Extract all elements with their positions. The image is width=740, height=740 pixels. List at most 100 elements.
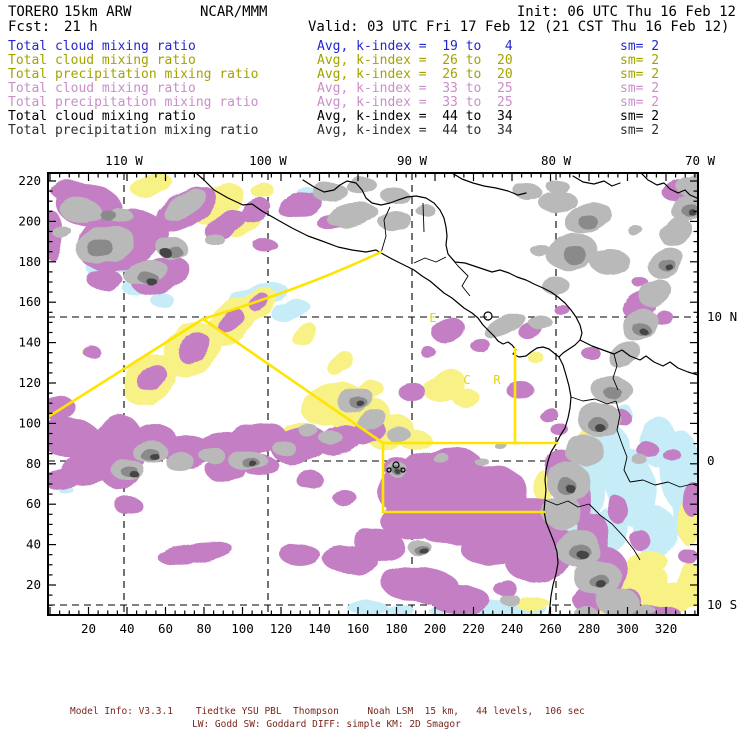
x-tick-label: 140 bbox=[308, 621, 331, 636]
contour-blob bbox=[253, 238, 277, 252]
contour-blob bbox=[87, 270, 123, 290]
contour-blob bbox=[500, 594, 520, 606]
contour-blob bbox=[419, 548, 429, 554]
contour-blob bbox=[386, 426, 410, 442]
contour-blob bbox=[130, 174, 174, 198]
contour-blob bbox=[272, 441, 296, 455]
model-info-line2: LW: Godd SW: Goddard DIFF: simple KM: 2D… bbox=[192, 719, 461, 730]
y-tick-label: 200 bbox=[18, 213, 41, 228]
x-tick-label: 320 bbox=[655, 621, 678, 636]
model-info-line1: Model Info: V3.3.1 Tiedtke YSU PBL Thomp… bbox=[70, 706, 585, 717]
contour-blob bbox=[48, 396, 76, 420]
contour-blob bbox=[528, 315, 552, 329]
country-border bbox=[413, 256, 447, 264]
contour-blob bbox=[452, 389, 480, 407]
x-tick-label: 60 bbox=[158, 621, 173, 636]
contour-blob bbox=[573, 606, 597, 615]
contour-blob bbox=[147, 278, 157, 286]
lon-label: 100 W bbox=[249, 153, 287, 168]
contour-blob bbox=[514, 184, 542, 200]
y-tick-label: 60 bbox=[26, 496, 41, 511]
contour-blob bbox=[50, 180, 90, 200]
contour-blob bbox=[312, 183, 348, 201]
x-tick-label: 20 bbox=[81, 621, 96, 636]
x-tick-label: 260 bbox=[539, 621, 562, 636]
contour-blob bbox=[420, 347, 436, 357]
contour-blob bbox=[632, 455, 648, 465]
contour-blob bbox=[130, 472, 140, 478]
y-tick-label: 20 bbox=[26, 577, 41, 592]
waypoint-label: C bbox=[463, 373, 470, 387]
contour-blob bbox=[470, 338, 490, 352]
contour-blob bbox=[563, 246, 587, 264]
contour-blob bbox=[597, 581, 607, 589]
contour-blob bbox=[346, 178, 378, 194]
contour-blob bbox=[679, 562, 698, 592]
x-tick-label: 40 bbox=[119, 621, 134, 636]
contour-blob bbox=[199, 447, 225, 463]
contour-blob bbox=[678, 549, 698, 563]
contour-blob bbox=[475, 458, 489, 466]
contour-blob bbox=[298, 424, 318, 436]
x-tick-label: 300 bbox=[616, 621, 639, 636]
y-tick-label: 100 bbox=[18, 415, 41, 430]
contour-blob bbox=[333, 490, 357, 506]
x-tick-label: 280 bbox=[578, 621, 601, 636]
contour-blob bbox=[542, 277, 570, 295]
contour-blob bbox=[546, 181, 570, 193]
contour-blob bbox=[683, 482, 698, 518]
contour-blob bbox=[291, 323, 317, 345]
contour-blob bbox=[398, 383, 426, 401]
contour-blob bbox=[530, 244, 550, 256]
lat-label: 0 bbox=[707, 453, 715, 468]
contour-blob bbox=[296, 471, 324, 489]
contour-blob bbox=[595, 424, 605, 432]
contour-blob bbox=[608, 340, 642, 370]
lat-label: 10 S bbox=[707, 597, 737, 612]
contour-blob bbox=[577, 551, 589, 559]
y-tick-label: 80 bbox=[26, 456, 41, 471]
contour-blob bbox=[280, 544, 320, 566]
x-tick-label: 80 bbox=[196, 621, 211, 636]
country-border bbox=[447, 253, 471, 297]
y-tick-label: 220 bbox=[18, 173, 41, 188]
contour-blob bbox=[83, 346, 101, 358]
contour-blob bbox=[565, 484, 575, 492]
contour-blob bbox=[538, 191, 578, 213]
contour-blob bbox=[506, 381, 534, 399]
lon-label: 110 W bbox=[105, 153, 143, 168]
contour-blob bbox=[150, 293, 174, 307]
lon-label: 70 W bbox=[685, 153, 716, 168]
contour-blob bbox=[318, 430, 342, 444]
contour-blob bbox=[542, 495, 582, 529]
island bbox=[483, 311, 493, 321]
contour-blob bbox=[590, 249, 630, 275]
contour-blob bbox=[114, 496, 142, 514]
contour-blob bbox=[603, 386, 621, 398]
contour-blob bbox=[326, 351, 354, 375]
contour-blob bbox=[640, 329, 648, 335]
y-tick-label: 180 bbox=[18, 254, 41, 269]
contour-blob bbox=[628, 551, 668, 573]
coastline bbox=[572, 175, 621, 187]
contour-blob bbox=[516, 597, 550, 611]
contour-blob bbox=[159, 248, 171, 256]
waypoint-label: E bbox=[429, 311, 436, 325]
y-tick-label: 40 bbox=[26, 537, 41, 552]
contour-blob bbox=[551, 424, 569, 436]
contour-blob bbox=[52, 226, 72, 238]
contour-blob bbox=[608, 496, 628, 524]
y-tick-label: 140 bbox=[18, 335, 41, 350]
weather-plot-page: TORERO 15km ARW NCAR/MMM Init: 06 UTC Th… bbox=[0, 0, 740, 740]
contour-blob bbox=[100, 210, 116, 220]
contour-blob bbox=[666, 265, 674, 271]
contour-blob bbox=[86, 239, 114, 257]
contour-blob bbox=[627, 225, 643, 235]
contour-blob bbox=[564, 435, 604, 465]
contour-blob bbox=[635, 605, 655, 615]
contour-blob bbox=[165, 453, 195, 471]
x-tick-label: 100 bbox=[231, 621, 254, 636]
contour-blob bbox=[528, 352, 544, 364]
contour-blob bbox=[663, 449, 681, 461]
contour-blob bbox=[250, 182, 274, 198]
